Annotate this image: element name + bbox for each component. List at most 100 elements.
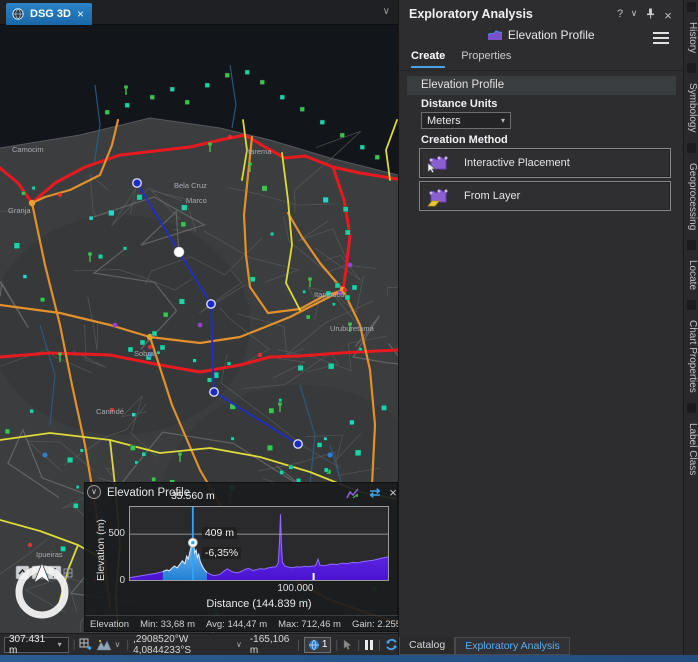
- pane-tabs: Create Properties: [411, 50, 511, 68]
- pause-drawing-icon[interactable]: [364, 637, 374, 653]
- window-resize-strip: [0, 655, 698, 662]
- creation-method-label: From Layer: [464, 190, 520, 202]
- elevation-stat: Elevation: [90, 619, 129, 630]
- reverse-direction-icon[interactable]: ⇄: [367, 486, 383, 501]
- elevation-profile-icon: [487, 27, 503, 41]
- pane-tab-create[interactable]: Create: [411, 50, 445, 68]
- exploratory-analysis-pane: Exploratory Analysis ? ∨ × Elevation Pro…: [398, 0, 683, 662]
- bottom-tab-exploratory-analysis[interactable]: Exploratory Analysis: [455, 637, 570, 655]
- profile-vertex[interactable]: [207, 300, 215, 308]
- creation-method-from-layer[interactable]: From Layer: [419, 181, 671, 211]
- terrain-mode-chevron-icon[interactable]: ∨: [114, 640, 120, 649]
- view-tab-close-icon[interactable]: ×: [77, 7, 84, 21]
- bottom-tab-catalog[interactable]: Catalog: [399, 637, 455, 655]
- help-icon[interactable]: ?: [613, 8, 627, 20]
- globe-scene-badge[interactable]: 1: [304, 637, 332, 653]
- profile-vertex[interactable]: [133, 179, 141, 187]
- poi-marker: [267, 445, 273, 451]
- city-label: Bela Cruz: [174, 181, 207, 190]
- elevation-chart-plot[interactable]: [129, 506, 389, 581]
- city-label: Itapipoca: [314, 290, 345, 299]
- snapping-grid-icon[interactable]: [79, 637, 92, 653]
- poi-marker: [250, 277, 255, 282]
- pane-bottom-tabs: CatalogExploratory Analysis: [399, 637, 683, 655]
- close-pane-icon[interactable]: ×: [661, 8, 675, 23]
- elevation-window-header: ∨ Elevation Profile ⇄ ×: [85, 483, 397, 503]
- poi-marker: [170, 87, 175, 92]
- distance-units-label: Distance Units: [421, 98, 497, 110]
- map-scale-selector[interactable]: 307.431 m▾: [4, 637, 69, 653]
- poi-marker: [303, 290, 306, 293]
- terrain-mode-icon[interactable]: [96, 637, 112, 653]
- poi-marker: [350, 420, 355, 425]
- globe-count: 1: [322, 639, 328, 650]
- dock-slot: [687, 143, 696, 153]
- poi-marker: [328, 363, 334, 369]
- refresh-icon[interactable]: [385, 637, 398, 653]
- tool-title-row: Elevation Profile: [399, 27, 683, 45]
- side-tab-locate[interactable]: Locate: [687, 254, 698, 296]
- poi-marker: [269, 408, 274, 413]
- city-label: Sobral: [134, 349, 156, 358]
- poi-marker: [359, 348, 362, 351]
- cursor-slope-readout: -6,35%: [202, 547, 241, 559]
- elevation-stat: Avg: 144,47 m: [206, 619, 267, 630]
- view-tab-label: DSG 3D: [30, 8, 71, 20]
- coordinates-chevron-icon[interactable]: ∨: [236, 640, 242, 649]
- select-tool-icon[interactable]: [342, 637, 353, 653]
- elevation-profile-window: ∨ Elevation Profile ⇄ × 35.560 m Elevati…: [84, 482, 398, 632]
- poi-marker: [73, 503, 78, 508]
- poi-marker: [375, 155, 380, 160]
- pane-chevron-icon[interactable]: ∨: [627, 8, 641, 19]
- city-label: Granja: [8, 206, 31, 215]
- cursor-distance-label: 35.560 m: [171, 490, 215, 502]
- cursor-elevation-readout: 409 m: [202, 527, 237, 539]
- distance-units-value: Meters: [427, 115, 461, 127]
- poi-marker: [185, 100, 190, 105]
- map-3d-view[interactable]: CamocimGranjaBela CruzMarcoItaremaItapip…: [0, 25, 398, 633]
- profile-vertex[interactable]: [210, 388, 218, 396]
- dock-slot: [687, 2, 696, 12]
- side-tab-symbology[interactable]: Symbology: [687, 77, 698, 138]
- city-label: Canindé: [96, 407, 124, 416]
- poi-marker: [289, 465, 293, 469]
- creation-method-interactive-placement[interactable]: Interactive Placement: [419, 148, 671, 178]
- y-axis-title: Elevation (m): [95, 506, 107, 581]
- menu-icon[interactable]: [653, 29, 669, 47]
- poi-marker: [225, 73, 230, 78]
- distance-units-dropdown[interactable]: Meters ▾: [421, 112, 511, 129]
- x-axis-title: Distance (144.839 m): [129, 598, 389, 610]
- pin-icon[interactable]: [643, 8, 657, 22]
- cursor-coordinates[interactable]: ,2908520°W 4,0844233°S: [133, 634, 232, 656]
- view-tab-dsg-3d[interactable]: DSG 3D ×: [6, 3, 92, 25]
- collapse-chevron-icon[interactable]: ∨: [87, 485, 101, 499]
- side-tab-geoprocessing[interactable]: Geoprocessing: [687, 157, 698, 236]
- tab-overflow-chevron-icon[interactable]: ∨: [383, 6, 390, 17]
- dock-slot: [687, 63, 696, 73]
- poi-marker: [5, 429, 10, 434]
- chart-options-icon[interactable]: [345, 486, 361, 501]
- poi-marker: [231, 437, 234, 440]
- poi-marker: [270, 232, 274, 236]
- profile-vertex[interactable]: [294, 440, 302, 448]
- poi-marker: [355, 450, 361, 456]
- poi-marker: [67, 457, 73, 463]
- poi-marker: [205, 83, 210, 88]
- dock-slot: [687, 403, 696, 413]
- poi-marker: [227, 362, 231, 366]
- from-layer-icon: [426, 184, 450, 208]
- poi-marker: [150, 95, 155, 100]
- profile-current-point[interactable]: [174, 247, 184, 257]
- side-tab-history[interactable]: History: [687, 16, 698, 59]
- poi-marker: [343, 207, 348, 212]
- poi-marker: [298, 365, 304, 371]
- poi-marker: [152, 477, 156, 481]
- dock-slot: [687, 300, 696, 310]
- poi-marker: [135, 461, 138, 464]
- close-window-icon[interactable]: ×: [385, 486, 398, 501]
- poi-marker: [324, 468, 328, 472]
- poi-marker: [306, 315, 310, 319]
- side-tab-chart-properties[interactable]: Chart Properties: [687, 314, 698, 399]
- side-tab-label-class[interactable]: Label Class: [687, 417, 698, 481]
- pane-tab-properties[interactable]: Properties: [461, 50, 511, 68]
